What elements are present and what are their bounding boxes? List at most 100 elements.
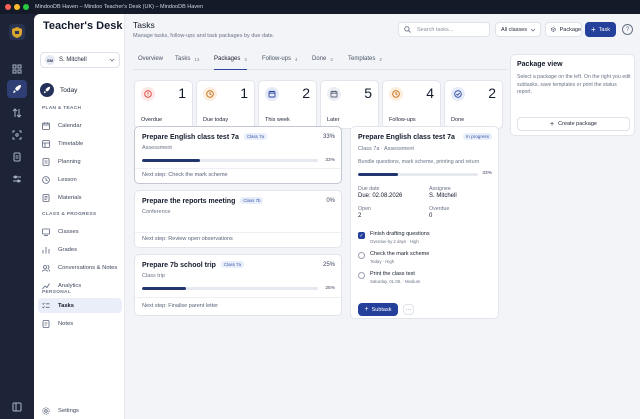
subtask-item[interactable]: Print the class test Saturday, 01.08. · …	[358, 271, 493, 289]
materials-icon	[42, 193, 50, 202]
tab-follow-ups[interactable]: Follow-ups 4	[262, 56, 298, 70]
transfer-rail-icon[interactable]	[7, 104, 27, 122]
gear-icon	[42, 406, 50, 415]
checkbox-checked[interactable]: ✓	[358, 232, 365, 239]
plus-icon: +	[364, 306, 369, 313]
section-personal: PERSONAL	[42, 290, 72, 295]
layout-rail-icon[interactable]	[7, 398, 27, 416]
sidebar-item-label: Planning	[58, 158, 81, 165]
package-view-text: Select a package on the left. On the rig…	[517, 74, 631, 95]
subtask-meta: Saturday, 01.08. · Medium	[370, 279, 421, 284]
lesson-icon	[42, 175, 50, 184]
maximize-window-button[interactable]	[23, 4, 29, 10]
sidebar-item-lesson[interactable]: Lesson	[38, 172, 122, 187]
create-package-button[interactable]: + Create package	[517, 117, 630, 131]
subtask-item[interactable]: Check the mark scheme Today · High	[358, 251, 493, 269]
sidebar-item-label: Analytics	[58, 282, 82, 289]
sidebar-item-tasks[interactable]: Tasks	[38, 298, 122, 313]
chevron-down-icon	[530, 28, 536, 32]
avatar: SM	[45, 55, 55, 65]
focus-rail-icon[interactable]	[7, 126, 27, 144]
stat-value: 4	[426, 85, 434, 101]
sliders-rail-icon[interactable]	[7, 170, 27, 188]
checkbox-unchecked[interactable]	[358, 252, 365, 259]
subtask-meta: Overdue by 2 days · High	[370, 239, 419, 244]
search-input[interactable]: Search tasks...	[398, 22, 490, 37]
help-icon[interactable]: ?	[622, 24, 633, 35]
planning-icon	[42, 157, 50, 166]
add-subtask-button[interactable]: + Subtask	[358, 303, 398, 316]
stat-card-due-today[interactable]: 1 Due today	[196, 80, 255, 129]
sidebar-item-label: Timetable	[58, 140, 84, 147]
sidebar-item-timetable[interactable]: Timetable	[38, 136, 122, 151]
page-title: Tasks	[133, 20, 155, 30]
conversations-icon	[42, 264, 50, 272]
class-filter-value: All classes	[501, 26, 527, 33]
due-date-value: Due: 02.08.2026	[358, 193, 403, 199]
tab-packages[interactable]: Packages 3	[214, 56, 247, 70]
package-detail-panel: Prepare English class test 7a In progres…	[350, 126, 499, 319]
package-card[interactable]: Prepare 7b school trip Class 7a 25% Class…	[134, 254, 342, 316]
package-view-title: Package view	[517, 61, 563, 68]
sidebar-item-grades[interactable]: Grades	[38, 242, 122, 257]
tab-tasks[interactable]: Tasks 13	[175, 56, 199, 70]
search-icon	[404, 26, 411, 33]
sidebar-item-conversations[interactable]: Conversations & Notes	[38, 260, 122, 275]
stat-card-done[interactable]: 2 Done	[444, 80, 503, 129]
due-date-label: Due date	[358, 186, 380, 192]
user-switcher[interactable]: SM S. Mitchell	[40, 52, 120, 68]
page-subtitle: Manage tasks, follow-ups and task packag…	[133, 33, 275, 39]
sidebar-item-planning[interactable]: Planning	[38, 154, 122, 169]
timetable-icon	[42, 139, 50, 148]
sidebar-item-materials[interactable]: Materials	[38, 190, 122, 205]
add-task-button[interactable]: + Task	[585, 22, 616, 37]
progress-label: 33%	[325, 158, 335, 163]
icon-rail	[0, 14, 34, 419]
minimize-window-button[interactable]	[14, 4, 20, 10]
class-badge: Class 7a	[243, 133, 267, 140]
package-title: Prepare 7b school trip Class 7a	[142, 261, 245, 269]
sidebar-item-label: Conversations & Notes	[58, 264, 118, 271]
subtask-meta: Today · High	[370, 259, 395, 264]
sidebar-item-settings[interactable]: Settings	[38, 403, 122, 418]
class-badge: Class 7b	[240, 197, 264, 204]
tab-templates[interactable]: Templates 2	[348, 56, 382, 70]
package-card[interactable]: Prepare English class test 7a Class 7a 33…	[134, 126, 342, 184]
tab-done[interactable]: Done 2	[312, 56, 333, 70]
stat-card-overdue[interactable]: 1 Overdue	[134, 80, 193, 129]
checkbox-unchecked[interactable]	[358, 272, 365, 279]
stat-card-this-week[interactable]: 2 This week	[258, 80, 317, 129]
package-card[interactable]: Prepare the reports meeting Class 7b 0% C…	[134, 190, 342, 248]
rocket-rail-icon[interactable]	[7, 80, 27, 98]
sidebar-item-classes[interactable]: Classes	[38, 224, 122, 239]
tab-overview[interactable]: Overview	[138, 56, 163, 70]
sidebar-item-label: Lesson	[58, 176, 77, 183]
close-window-button[interactable]	[5, 4, 11, 10]
detail-subtitle: Class 7a · Assessment	[358, 146, 414, 152]
app-logo-icon	[9, 24, 25, 40]
document-rail-icon[interactable]	[7, 148, 27, 166]
package-icon	[551, 27, 556, 32]
class-filter-select[interactable]: All classes	[495, 22, 541, 37]
today-nav-item[interactable]: Today	[40, 82, 120, 98]
dashboard-rail-icon[interactable]	[7, 60, 27, 78]
progress-label: 25%	[325, 286, 335, 291]
package-category: Conference	[142, 209, 171, 215]
stat-card-follow-ups[interactable]: 4 Follow-ups	[382, 80, 441, 129]
search-placeholder: Search tasks...	[417, 26, 454, 33]
app-brand: Teacher's Desk	[43, 20, 123, 32]
stat-card-later[interactable]: 5 Later	[320, 80, 379, 129]
more-options-button[interactable]: ···	[403, 304, 414, 315]
sidebar-item-calendar[interactable]: Calendar	[38, 118, 122, 133]
calendar-icon	[265, 87, 279, 101]
calendar-icon	[42, 121, 50, 130]
subtask-item[interactable]: ✓ Finish drafting questions Overdue by 2…	[358, 231, 493, 249]
package-button-label: Package	[559, 26, 581, 33]
plus-icon: +	[550, 120, 555, 128]
sidebar-item-notes[interactable]: Notes	[38, 316, 122, 331]
today-label: Today	[60, 86, 78, 94]
grades-icon	[42, 246, 50, 253]
package-button[interactable]: Package	[545, 22, 582, 37]
window-title: MindooDB Haven – Mindoo Teacher's Desk (…	[35, 4, 204, 10]
stat-label: Later	[327, 117, 340, 123]
